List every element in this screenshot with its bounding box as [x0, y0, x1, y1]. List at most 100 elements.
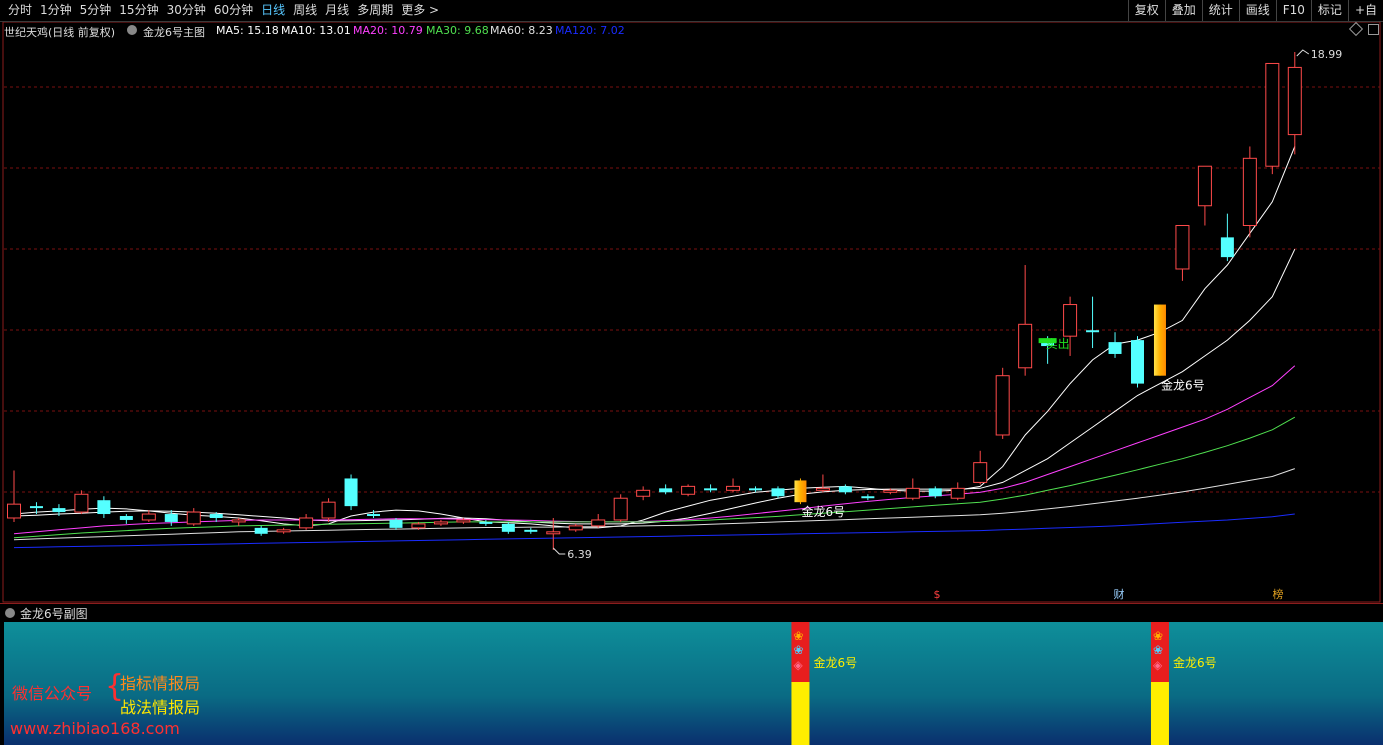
event-marker: 财 [1114, 587, 1125, 601]
candle-down [704, 488, 718, 491]
chevron-down-icon[interactable] [127, 25, 137, 35]
indicator-name[interactable]: 金龙6号主图 [143, 24, 205, 40]
toolbar-button[interactable]: 统计 [1201, 0, 1239, 21]
toolbar-button[interactable]: F10 [1275, 0, 1311, 21]
candle-up [231, 519, 246, 523]
sell-label: 卖出 [1046, 337, 1070, 351]
candle-up [74, 493, 89, 513]
diamond-icon[interactable] [1348, 21, 1364, 37]
candle-down [524, 529, 538, 532]
period-tab[interactable]: 周线 [289, 2, 321, 19]
candle-up [973, 462, 988, 483]
candle-up [726, 485, 741, 491]
candle-up [613, 497, 628, 521]
period-tab[interactable]: 15分钟 [115, 2, 162, 19]
candle-down [1086, 330, 1100, 333]
main-price-chart[interactable]: 金龙6号 卖出金龙6号 18.99 6.39 $ 财 榜 [0, 22, 1383, 603]
ma-line-ma20 [13, 365, 1296, 535]
candle-down [209, 514, 223, 518]
candle-down [164, 514, 178, 522]
candle-up [141, 513, 156, 521]
toolbar-button[interactable]: 标记 [1310, 0, 1348, 21]
high-price-label: 18.99 [1311, 48, 1343, 61]
toolbar-button[interactable]: +自 [1347, 0, 1383, 21]
candle-up [1242, 157, 1257, 227]
signal-bar-bottom [791, 682, 810, 745]
ma20-value: MA20: 10.79 [353, 24, 423, 37]
candle-down [838, 486, 852, 493]
watermark-label: 微信公众号 [12, 684, 93, 703]
candle-up [568, 525, 583, 531]
subchart-signals: ❀❀◈ 金龙6号❀❀◈ 金龙6号 [791, 622, 1217, 745]
ma-line-ma120 [13, 513, 1295, 549]
period-tab[interactable]: 5分钟 [76, 2, 116, 19]
candle-up [1018, 323, 1033, 369]
candle-up [411, 523, 426, 529]
low-pointer [552, 547, 566, 555]
candle-up [591, 519, 606, 527]
butterfly-icon: ❀ [793, 629, 803, 643]
period-toolbar: 分时 1分钟 5分钟 15分钟 30分钟 60分钟 日线 周线 月线 多周期 更多 > 复权 叠加 统计… [0, 0, 1383, 22]
signal-candle [794, 480, 807, 503]
candle-down [344, 478, 358, 507]
subchart-title: 金龙6号副图 [20, 607, 88, 621]
candle-up [1063, 304, 1078, 337]
period-tab[interactable]: 分时 [4, 2, 36, 19]
signal-label: 金龙6号 [801, 504, 845, 519]
candle-up [7, 503, 21, 519]
candle-down [97, 500, 111, 515]
butterfly-icon: ❀ [1153, 629, 1163, 643]
signal-candle [1153, 304, 1166, 376]
period-tab[interactable]: 月线 [321, 2, 353, 19]
high-pointer [1296, 49, 1310, 57]
ma-line-ma30 [13, 416, 1296, 539]
period-tab[interactable]: 1分钟 [36, 2, 76, 19]
ma10-value: MA10: 13.01 [281, 24, 351, 37]
candle-up [1265, 62, 1280, 167]
period-tab[interactable]: 更多 > [397, 2, 443, 19]
subchart-signal-label: 金龙6号 [813, 655, 857, 670]
period-tab[interactable]: 30分钟 [163, 2, 210, 19]
chart-frame [2, 22, 1381, 603]
subchart-panel[interactable]: ❀ ❀ ◈ 金龙6号 ❀ ❀ ◈ 金龙6号 微信公众号 { 指标情报局 战法情报局 www.z… [4, 622, 1383, 745]
candle-up [950, 487, 965, 499]
watermark-line1: 指标情报局 [120, 674, 201, 693]
period-tabs: 分时 1分钟 5分钟 15分钟 30分钟 60分钟 日线 周线 月线 多周期 更多 > [4, 2, 443, 19]
candle-up [1287, 66, 1302, 136]
period-tab[interactable]: 60分钟 [210, 2, 257, 19]
candle-up [1197, 165, 1212, 207]
ma-line-ma5 [13, 146, 1296, 529]
candle-down [861, 496, 875, 499]
candle-down [367, 514, 381, 517]
stock-title: 世纪天鸡(日线 前复权) [4, 26, 116, 39]
candle-down [29, 506, 43, 509]
candle-down [1220, 237, 1234, 258]
gem-icon: ◈ [793, 658, 803, 672]
period-tab[interactable]: 多周期 [353, 2, 397, 19]
candle-up [883, 489, 898, 493]
ma120-value: MA120: 7.02 [555, 24, 625, 37]
chevron-down-icon[interactable] [5, 608, 15, 618]
signal-label: 金龙6号 [1161, 378, 1205, 393]
toolbar-button[interactable]: 复权 [1127, 0, 1165, 21]
toolbar-actions: 复权 叠加 统计 画线 F10 标记 +自 [1127, 0, 1383, 21]
ma-line-ma10 [13, 248, 1296, 525]
period-tab[interactable]: 日线 [257, 2, 289, 19]
candle-down [119, 516, 133, 520]
event-marker: $ [934, 588, 941, 601]
candle-down [1108, 342, 1122, 354]
maximize-icon[interactable] [1368, 24, 1379, 35]
candle-down [501, 523, 515, 532]
toolbar-button[interactable]: 画线 [1238, 0, 1276, 21]
watermark-line2: 战法情报局 [120, 698, 201, 717]
candle-up [636, 489, 651, 497]
candle-down [254, 527, 268, 534]
candle-up [905, 487, 920, 499]
ma-line-ma60 [13, 468, 1295, 541]
candle-up [321, 501, 336, 519]
watermark-url: www.zhibiao168.com [10, 719, 180, 738]
toolbar-button[interactable]: 叠加 [1164, 0, 1202, 21]
candle-up [186, 511, 201, 525]
low-price-label: 6.39 [567, 548, 592, 561]
ma60-value: MA60: 8.23 [490, 24, 553, 37]
